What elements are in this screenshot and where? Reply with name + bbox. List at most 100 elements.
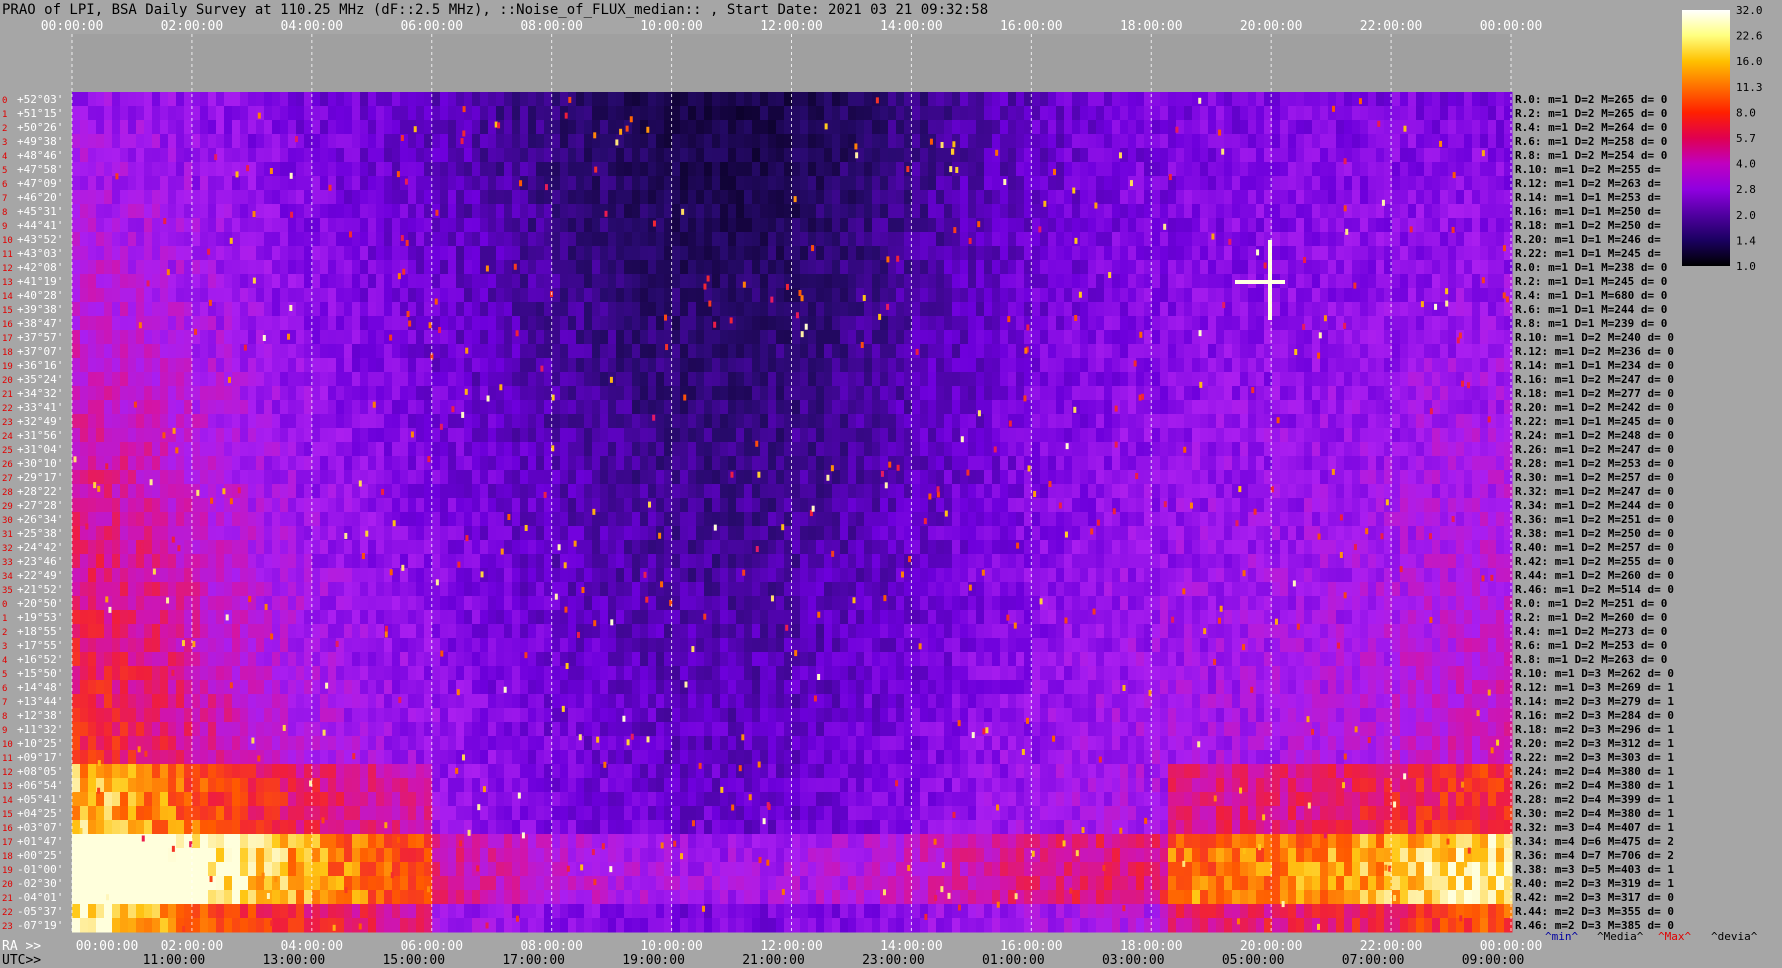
- heatmap-cell: [304, 400, 313, 415]
- heatmap-cell: [1248, 428, 1257, 443]
- heatmap-cell: [688, 120, 697, 135]
- heatmap-cell: [1320, 442, 1329, 457]
- heatmap-cell: [1040, 120, 1049, 135]
- heatmap-cell: [536, 274, 545, 289]
- heatmap-cell: [680, 162, 689, 177]
- heatmap-cell: [512, 400, 521, 415]
- heatmap-cell: [304, 218, 313, 233]
- heatmap-cell: [168, 246, 177, 261]
- heatmap-cell: [1248, 176, 1257, 191]
- heatmap-cell: [960, 246, 969, 261]
- heatmap-cell: [136, 232, 145, 247]
- heatmap-cell: [936, 386, 945, 401]
- heatmap-cell: [432, 428, 441, 443]
- heatmap-cell: [1320, 134, 1329, 149]
- heatmap-cell: [320, 106, 329, 121]
- heatmap-cell: [480, 204, 489, 219]
- heatmap-cell: [1160, 190, 1169, 205]
- heatmap-cell: [1160, 120, 1169, 135]
- heatmap-cell: [384, 344, 393, 359]
- heatmap-cell: [760, 190, 769, 205]
- heatmap-cell: [424, 148, 433, 163]
- heatmap-cell: [376, 302, 385, 317]
- heatmap-cell: [400, 162, 409, 177]
- heatmap-cell: [560, 358, 569, 373]
- heatmap-cell: [1232, 218, 1241, 233]
- heatmap-cell: [520, 148, 529, 163]
- heatmap-cell: [896, 274, 905, 289]
- heatmap-cell: [536, 106, 545, 121]
- heatmap-cell: [1496, 148, 1505, 163]
- heatmap-cell: [1168, 386, 1177, 401]
- heatmap-cell: [656, 260, 665, 275]
- heatmap-cell: [1112, 330, 1121, 345]
- heatmap-cell: [712, 442, 721, 457]
- heatmap-cell: [408, 456, 417, 471]
- heatmap-cell: [168, 288, 177, 303]
- heatmap-cell: [1416, 274, 1425, 289]
- heatmap-cell: [752, 92, 761, 107]
- heatmap-cell: [1064, 414, 1073, 429]
- heatmap-cell: [368, 302, 377, 317]
- heatmap-cell: [360, 204, 369, 219]
- heatmap-cell: [272, 120, 281, 135]
- heatmap-cell: [1432, 120, 1441, 135]
- heatmap-cell: [272, 92, 281, 107]
- heatmap-cell: [456, 176, 465, 191]
- heatmap-cell: [400, 414, 409, 429]
- heatmap-cell: [520, 414, 529, 429]
- heatmap-cell: [848, 92, 857, 107]
- heatmap-cell: [376, 456, 385, 471]
- heatmap-cell: [1368, 344, 1377, 359]
- heatmap-cell: [1192, 218, 1201, 233]
- heatmap-cell: [1216, 190, 1225, 205]
- heatmap-cell: [328, 232, 337, 247]
- heatmap-cell: [504, 232, 513, 247]
- heatmap-cell: [1240, 414, 1249, 429]
- heatmap-cell: [200, 176, 209, 191]
- heatmap-cell: [480, 246, 489, 261]
- heatmap-cell: [1416, 456, 1425, 471]
- heatmap-cell: [1032, 148, 1041, 163]
- heatmap-cell: [528, 190, 537, 205]
- heatmap-cell: [456, 204, 465, 219]
- heatmap-cell: [680, 470, 689, 485]
- heatmap-cell: [816, 302, 825, 317]
- heatmap-cell: [1400, 428, 1409, 443]
- heatmap-cell: [240, 302, 249, 317]
- heatmap-cell: [1304, 456, 1313, 471]
- heatmap-cell: [776, 148, 785, 163]
- heatmap-cell: [328, 204, 337, 219]
- heatmap-cell: [744, 218, 753, 233]
- heatmap-cell: [1152, 176, 1161, 191]
- heatmap-cell: [976, 148, 985, 163]
- heatmap-cell: [824, 260, 833, 275]
- heatmap-cell: [1440, 120, 1449, 135]
- heatmap-cell: [1192, 302, 1201, 317]
- heatmap-cell: [1000, 302, 1009, 317]
- heatmap-cell: [984, 400, 993, 415]
- heatmap-cell: [1328, 330, 1337, 345]
- heatmap-cell: [1496, 162, 1505, 177]
- heatmap-cell: [768, 260, 777, 275]
- heatmap-cell: [656, 134, 665, 149]
- heatmap-cell: [320, 358, 329, 373]
- heatmap-cell: [160, 330, 169, 345]
- heatmap-cell: [632, 456, 641, 471]
- heatmap-cell: [352, 176, 361, 191]
- heatmap-cell: [1312, 246, 1321, 261]
- heatmap-cell: [424, 176, 433, 191]
- heatmap-cell: [1112, 218, 1121, 233]
- heatmap-cell: [896, 414, 905, 429]
- heatmap-cell: [768, 372, 777, 387]
- heatmap-cell: [584, 442, 593, 457]
- heatmap-cell: [296, 400, 305, 415]
- heatmap-cell: [496, 316, 505, 331]
- heatmap-cell: [136, 470, 145, 485]
- heatmap-cell: [424, 330, 433, 345]
- heatmap-cell: [968, 246, 977, 261]
- heatmap-cell: [1064, 316, 1073, 331]
- heatmap-cell: [1448, 148, 1457, 163]
- heatmap-cell: [416, 190, 425, 205]
- heatmap-cell: [224, 302, 233, 317]
